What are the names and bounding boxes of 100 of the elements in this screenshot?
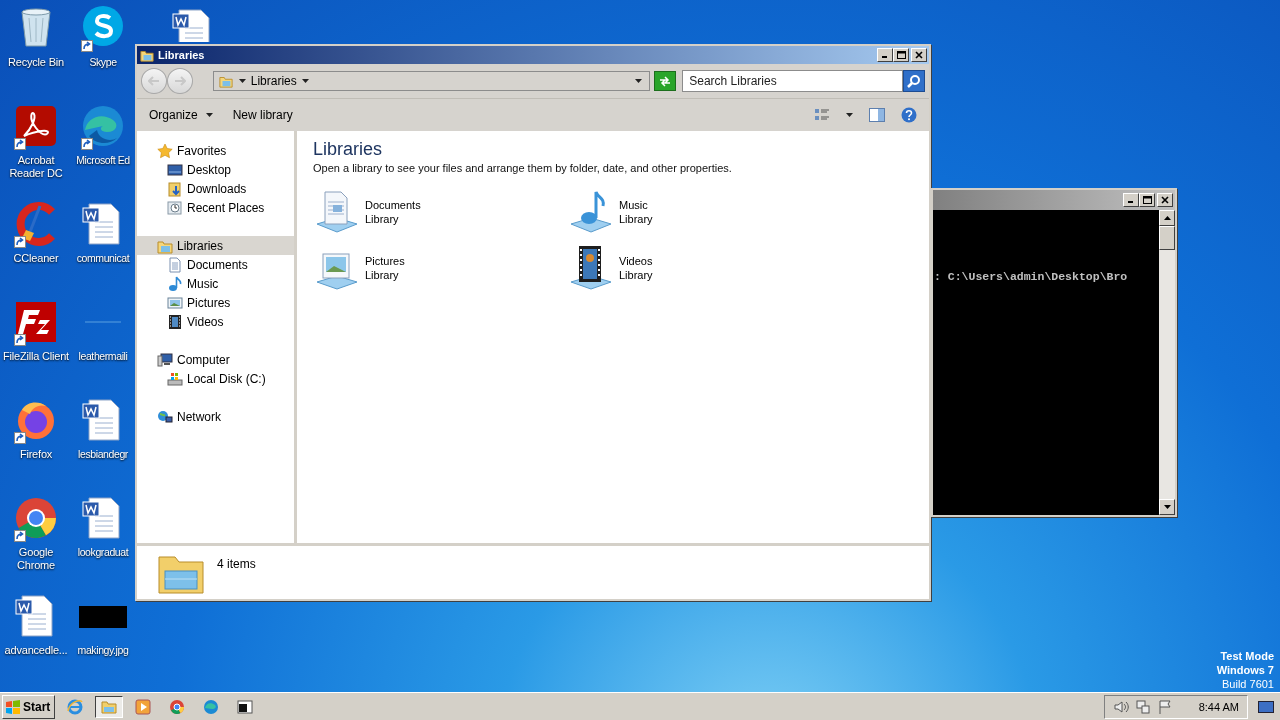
music-note-icon (167, 275, 183, 292)
refresh-button[interactable] (654, 71, 677, 91)
desktop-shortcut[interactable]: Recycle Bin (0, 4, 72, 69)
nav-item[interactable]: Documents (137, 255, 294, 274)
breadcrumb-caret-icon (301, 79, 309, 83)
nav-item[interactable]: Music (137, 274, 294, 293)
picture-icon (167, 294, 183, 311)
clock-icon (167, 199, 183, 216)
maximize-icon (1142, 196, 1152, 204)
desktop-shortcut[interactable]: leathermaili (72, 298, 134, 363)
browser-e-icon (67, 698, 84, 715)
search-button[interactable] (903, 70, 925, 92)
refresh-icon (658, 75, 673, 87)
address-field[interactable]: Libraries (212, 71, 651, 91)
folder-icon (101, 698, 118, 715)
start-button[interactable]: Start (2, 694, 56, 719)
watermark-text: Test Mode (1219, 649, 1274, 663)
console-window-icon (237, 698, 254, 715)
nav-item[interactable]: Desktop (137, 160, 294, 179)
up-arrow-icon (1163, 216, 1171, 220)
desktop-shortcut[interactable]: CCleaner (0, 200, 72, 265)
back-arrow-icon (147, 76, 160, 86)
network-globe-icon (157, 408, 173, 425)
close-button[interactable] (911, 48, 927, 62)
nav-item[interactable]: Downloads (137, 179, 294, 198)
search-icon (907, 74, 922, 88)
nav-item[interactable]: Videos (137, 312, 294, 331)
desktop-shortcut[interactable]: lookgraduat (72, 494, 134, 559)
desktop-shortcut[interactable]: advancedle... (0, 592, 72, 657)
breadcrumb-caret-icon (238, 79, 246, 83)
volume-icon[interactable] (1112, 698, 1129, 715)
desktop-shortcut[interactable]: communicat (72, 200, 134, 265)
watermark-text: Windows 7 (1216, 663, 1274, 677)
library-item[interactable]: Documents Library (313, 188, 567, 244)
scroll-up-button[interactable] (1159, 210, 1175, 226)
search-field[interactable]: Search Libraries (682, 70, 904, 92)
library-item[interactable]: Music Library (567, 188, 821, 244)
desktop-shortcut[interactable]: makingy.jpg (72, 592, 134, 657)
content-description: Open a library to see your files and arrange them by folder, date, and other properties. (313, 162, 733, 174)
windows-logo-icon (5, 699, 21, 714)
forward-arrow-icon (173, 76, 186, 86)
item-count: 4 items (217, 557, 256, 571)
library-item[interactable]: Pictures Library (313, 244, 567, 300)
console-text: : C:\Users\admin\Desktop\Bro (933, 270, 1129, 283)
nav-item[interactable]: Network (137, 407, 294, 426)
minimize-button[interactable] (877, 48, 893, 62)
nav-item[interactable]: Recent Places (137, 198, 294, 217)
line-icon (85, 321, 121, 323)
desktop-shortcut[interactable]: Skype (72, 4, 134, 69)
toolbar-button[interactable]: New library (226, 105, 299, 125)
breadcrumb[interactable]: Libraries (250, 74, 297, 88)
minimize-button[interactable] (1123, 193, 1139, 207)
monitor-icon (1258, 700, 1274, 713)
caret-icon (635, 79, 643, 83)
close-icon (1161, 196, 1169, 204)
media-player-icon (135, 698, 152, 715)
down-arrow-icon (1163, 505, 1171, 509)
flag-icon[interactable] (1156, 698, 1173, 715)
scrollbar[interactable] (1159, 210, 1175, 515)
taskbar-button[interactable] (95, 695, 124, 718)
desktop-shortcut[interactable]: Google Chrome (0, 494, 72, 572)
help-icon (901, 107, 917, 123)
desktop-shortcut[interactable]: Firefox (0, 396, 72, 461)
desktop-shortcut[interactable]: lesbiandegr (72, 396, 134, 461)
library-folder-icon (217, 74, 234, 88)
maximize-icon (896, 51, 906, 59)
library-item[interactable]: Videos Library (567, 244, 821, 300)
maximize-button[interactable] (1139, 193, 1155, 207)
computer-icon (157, 351, 173, 368)
browser-app-icon (203, 698, 220, 715)
scroll-thumb[interactable] (1159, 226, 1175, 250)
star-icon (157, 142, 173, 159)
nav-item[interactable]: Libraries (137, 236, 294, 255)
nav-item[interactable]: Computer (137, 350, 294, 369)
caret-icon (846, 113, 853, 117)
nav-item[interactable]: Pictures (137, 293, 294, 312)
library-folder-icon (139, 48, 155, 62)
nav-item[interactable]: Favorites (137, 141, 294, 160)
film-strip-icon (167, 313, 183, 330)
preview-pane-icon (869, 108, 885, 122)
desktop-shortcut[interactable]: FileZilla Client (0, 298, 72, 363)
monitor-icon (167, 161, 183, 178)
network-icon[interactable] (1134, 698, 1151, 715)
view-list-icon (814, 108, 830, 122)
document-icon (167, 256, 183, 273)
browser-app-icon (169, 698, 186, 715)
close-button[interactable] (1157, 193, 1173, 207)
scroll-down-button[interactable] (1159, 499, 1175, 515)
folder-icon (167, 180, 183, 197)
maximize-button[interactable] (893, 48, 909, 62)
content-heading: Libraries (313, 138, 384, 160)
close-icon (915, 51, 923, 59)
desktop-shortcut[interactable]: Acrobat Reader DC (0, 102, 72, 180)
toolbar-button[interactable]: Organize (143, 105, 219, 125)
desktop-shortcut[interactable]: Microsoft Ed (72, 102, 134, 167)
nav-item[interactable]: Local Disk (C:) (137, 369, 294, 388)
clock[interactable]: 8:44 AM (1198, 700, 1239, 713)
drive-icon (167, 370, 183, 387)
window-title: Libraries (158, 49, 206, 61)
watermark-text: Build 7601 (1221, 677, 1274, 691)
